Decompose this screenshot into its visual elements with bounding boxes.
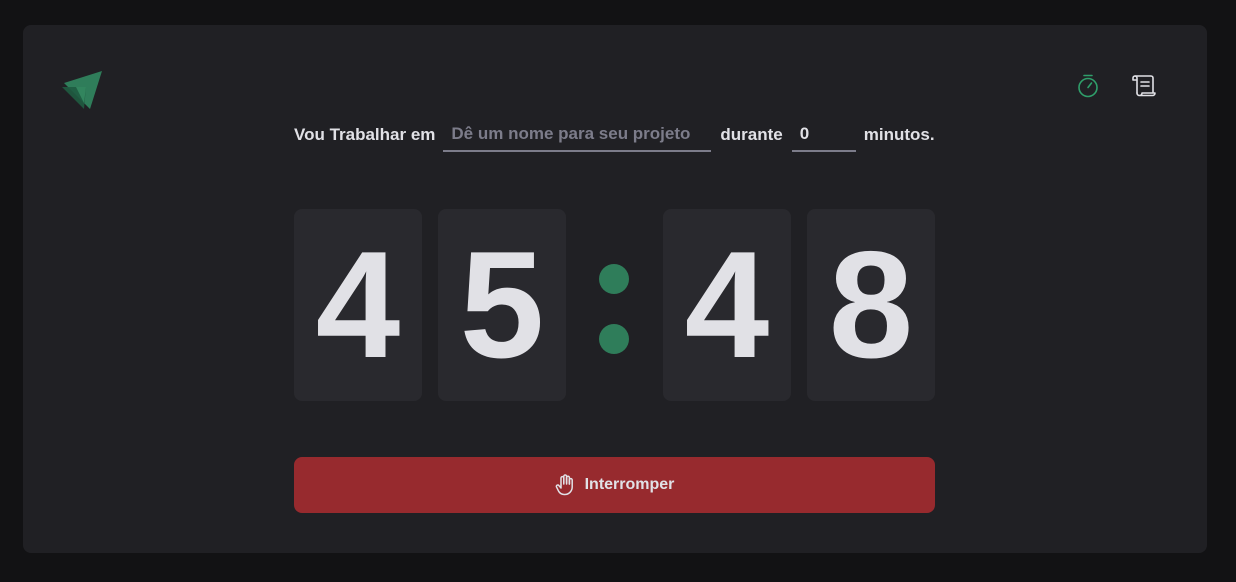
countdown: 4 5 4 8 xyxy=(294,209,935,401)
countdown-separator xyxy=(584,259,644,359)
seconds-ones-digit: 8 xyxy=(807,209,935,401)
interrupt-button[interactable]: Interromper xyxy=(294,457,935,513)
nav-history-link[interactable] xyxy=(1131,74,1157,102)
timer-icon xyxy=(1077,74,1099,103)
header-nav xyxy=(1075,74,1157,103)
seconds-tens-digit: 4 xyxy=(663,209,791,401)
nav-timer-link[interactable] xyxy=(1075,74,1101,103)
scroll-icon xyxy=(1132,74,1156,102)
task-form: Vou Trabalhar em durante minutos. xyxy=(294,117,935,153)
hand-palm-icon xyxy=(555,474,575,496)
interrupt-button-label: Interromper xyxy=(584,476,675,493)
separator-dot-top xyxy=(599,264,629,294)
task-label: Vou Trabalhar em xyxy=(294,125,436,144)
main-panel: Vou Trabalhar em durante minutos. 4 5 4 … xyxy=(23,25,1207,553)
minutes-input[interactable] xyxy=(791,118,856,152)
minutes-tens-digit: 4 xyxy=(294,209,422,401)
duration-label: durante xyxy=(720,125,783,144)
minutes-unit-label: minutos. xyxy=(863,125,935,144)
separator-dot-bottom xyxy=(599,324,629,354)
minutes-ones-digit: 5 xyxy=(438,209,566,401)
task-name-input[interactable] xyxy=(443,118,712,152)
logo-icon xyxy=(62,69,104,111)
